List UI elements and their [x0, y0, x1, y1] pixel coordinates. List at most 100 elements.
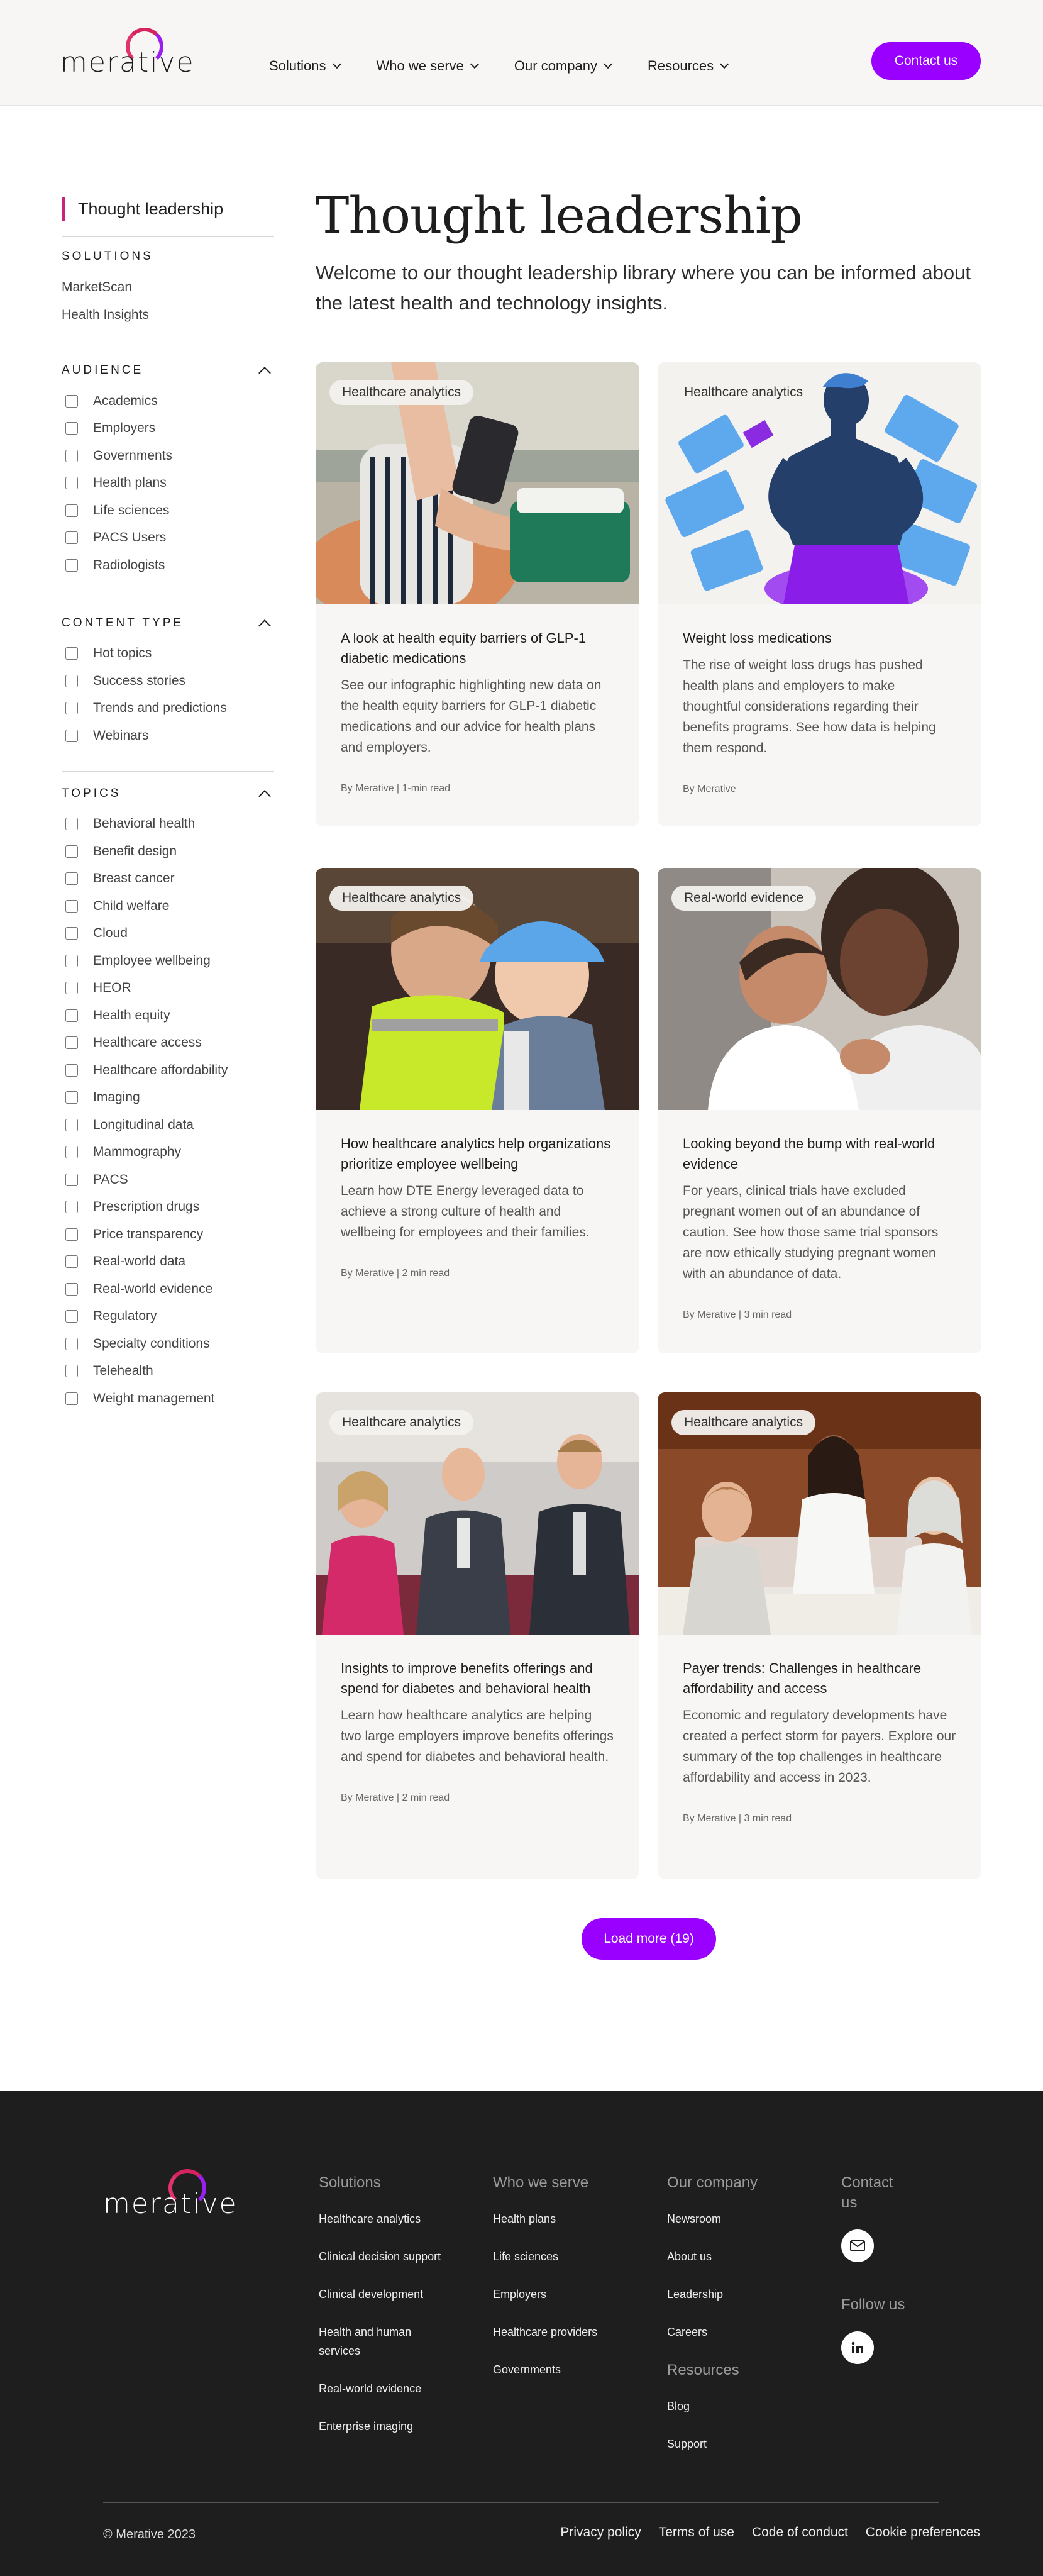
footer-link[interactable]: Governments	[493, 2360, 656, 2379]
sidebar-title[interactable]: Thought leadership	[62, 195, 274, 223]
checkbox[interactable]	[65, 927, 78, 940]
footer-link[interactable]: Health plans	[493, 2209, 656, 2228]
checkbox[interactable]	[65, 674, 78, 687]
filter-checkbox-row[interactable]: Regulatory	[62, 1303, 274, 1331]
legal-link-privacy[interactable]: Privacy policy	[560, 2525, 641, 2540]
filter-checkbox-row[interactable]: Behavioral health	[62, 811, 274, 838]
filter-checkbox-row[interactable]: Mammography	[62, 1139, 274, 1167]
checkbox[interactable]	[65, 1392, 78, 1405]
card-title[interactable]: Insights to improve benefits offerings a…	[341, 1658, 614, 1699]
footer-link[interactable]: Enterprise imaging	[319, 2417, 482, 2436]
checkbox[interactable]	[65, 1337, 78, 1350]
footer-link[interactable]: Leadership	[667, 2285, 831, 2304]
filter-checkbox-row[interactable]: Imaging	[62, 1084, 274, 1112]
checkbox[interactable]	[65, 702, 78, 715]
filter-checkbox-row[interactable]: Breast cancer	[62, 865, 274, 893]
article-card[interactable]: Healthcare analytics How healthcare anal…	[316, 868, 639, 1353]
nav-solutions[interactable]: Solutions	[269, 58, 341, 74]
nav-resources[interactable]: Resources	[648, 58, 729, 74]
filter-checkbox-row[interactable]: Benefit design	[62, 838, 274, 865]
card-title[interactable]: Weight loss medications	[683, 628, 956, 648]
card-title[interactable]: Looking beyond the bump with real-world …	[683, 1134, 956, 1174]
checkbox[interactable]	[65, 1118, 78, 1131]
filter-checkbox-row[interactable]: Health plans	[62, 470, 274, 497]
footer-link[interactable]: Careers	[667, 2323, 831, 2341]
checkbox[interactable]	[65, 1228, 78, 1241]
filter-checkbox-row[interactable]: Longitudinal data	[62, 1111, 274, 1139]
checkbox[interactable]	[65, 394, 78, 408]
filter-checkbox-row[interactable]: Governments	[62, 442, 274, 470]
filter-checkbox-row[interactable]: Success stories	[62, 667, 274, 695]
checkbox[interactable]	[65, 449, 78, 462]
checkbox[interactable]	[65, 818, 78, 831]
checkbox[interactable]	[65, 647, 78, 660]
filter-checkbox-row[interactable]: Hot topics	[62, 640, 274, 668]
checkbox[interactable]	[65, 954, 78, 967]
topics-heading[interactable]: TOPICS	[62, 784, 274, 803]
load-more-button[interactable]: Load more (19)	[582, 1918, 716, 1960]
sidebar-link-marketscan[interactable]: MarketScan	[62, 274, 274, 301]
footer-link[interactable]: Life sciences	[493, 2247, 656, 2266]
footer-link[interactable]: Healthcare analytics	[319, 2209, 482, 2228]
contact-us-button[interactable]: Contact us	[871, 42, 981, 80]
filter-checkbox-row[interactable]: HEOR	[62, 975, 274, 1002]
filter-checkbox-row[interactable]: Weight management	[62, 1385, 274, 1413]
legal-link-terms[interactable]: Terms of use	[659, 2525, 734, 2540]
footer-link[interactable]: Clinical decision support	[319, 2247, 482, 2266]
checkbox[interactable]	[65, 531, 78, 545]
footer-link[interactable]: Health and human services	[319, 2323, 444, 2360]
filter-checkbox-row[interactable]: Life sciences	[62, 497, 274, 525]
footer-link[interactable]: Clinical development	[319, 2285, 482, 2304]
article-card[interactable]: Healthcare analytics A look at health eq…	[316, 362, 639, 826]
filter-checkbox-row[interactable]: Health equity	[62, 1002, 274, 1030]
article-card[interactable]: Healthcare analytics Payer trends: Chall…	[658, 1392, 981, 1879]
filter-checkbox-row[interactable]: Telehealth	[62, 1358, 274, 1385]
footer-link[interactable]: Healthcare providers	[493, 2323, 656, 2341]
checkbox[interactable]	[65, 1255, 78, 1269]
filter-checkbox-row[interactable]: Cloud	[62, 920, 274, 948]
footer-merative-logo[interactable]: merative	[103, 2169, 236, 2220]
legal-link-conduct[interactable]: Code of conduct	[752, 2525, 848, 2540]
checkbox[interactable]	[65, 422, 78, 435]
card-title[interactable]: Payer trends: Challenges in healthcare a…	[683, 1658, 956, 1699]
legal-link-cookies[interactable]: Cookie preferences	[866, 2525, 980, 2540]
filter-checkbox-row[interactable]: Academics	[62, 387, 274, 415]
checkbox[interactable]	[65, 1282, 78, 1296]
checkbox[interactable]	[65, 982, 78, 995]
card-title[interactable]: How healthcare analytics help organizati…	[341, 1134, 614, 1174]
checkbox[interactable]	[65, 1201, 78, 1214]
filter-checkbox-row[interactable]: Employee wellbeing	[62, 947, 274, 975]
mail-icon[interactable]	[841, 2229, 874, 2262]
filter-checkbox-row[interactable]: Real-world data	[62, 1248, 274, 1276]
checkbox[interactable]	[65, 1009, 78, 1022]
checkbox[interactable]	[65, 899, 78, 913]
footer-link[interactable]: Blog	[667, 2397, 831, 2416]
filter-checkbox-row[interactable]: Real-world evidence	[62, 1275, 274, 1303]
filter-checkbox-row[interactable]: Radiologists	[62, 552, 274, 579]
checkbox[interactable]	[65, 1063, 78, 1077]
filter-checkbox-row[interactable]: PACS	[62, 1166, 274, 1194]
checkbox[interactable]	[65, 1091, 78, 1104]
merative-logo[interactable]: merative	[60, 28, 195, 79]
checkbox[interactable]	[65, 504, 78, 517]
filter-checkbox-row[interactable]: Prescription drugs	[62, 1194, 274, 1221]
audience-heading[interactable]: AUDIENCE	[62, 361, 274, 380]
article-card[interactable]: Healthcare analytics Weight loss medicat…	[658, 362, 981, 826]
filter-checkbox-row[interactable]: Price transparency	[62, 1221, 274, 1248]
checkbox[interactable]	[65, 872, 78, 886]
footer-link[interactable]: Support	[667, 2434, 831, 2453]
checkbox[interactable]	[65, 1310, 78, 1323]
footer-link[interactable]: Real-world evidence	[319, 2379, 482, 2398]
checkbox[interactable]	[65, 1173, 78, 1186]
filter-checkbox-row[interactable]: Trends and predictions	[62, 695, 274, 723]
checkbox[interactable]	[65, 729, 78, 742]
checkbox[interactable]	[65, 845, 78, 858]
filter-checkbox-row[interactable]: Child welfare	[62, 892, 274, 920]
footer-link[interactable]: Employers	[493, 2285, 656, 2304]
checkbox[interactable]	[65, 1365, 78, 1378]
sidebar-link-health-insights[interactable]: Health Insights	[62, 301, 274, 329]
nav-our-company[interactable]: Our company	[514, 58, 613, 74]
checkbox[interactable]	[65, 1036, 78, 1050]
content-type-heading[interactable]: CONTENT TYPE	[62, 614, 274, 633]
filter-checkbox-row[interactable]: PACS Users	[62, 525, 274, 552]
